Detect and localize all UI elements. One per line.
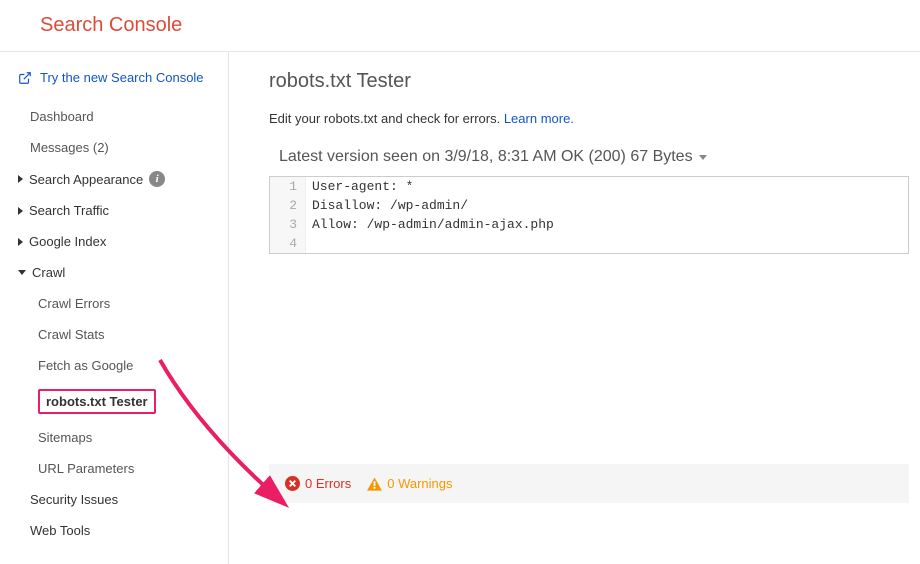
- chevron-right-icon: [18, 207, 23, 215]
- sidebar-item-crawl[interactable]: Crawl: [18, 257, 228, 288]
- chevron-right-icon: [18, 238, 23, 246]
- error-icon: [285, 476, 300, 491]
- sidebar-item-search-appearance[interactable]: Search Appearance i: [18, 163, 228, 195]
- code-line: [306, 234, 908, 253]
- warning-icon: [367, 477, 382, 491]
- line-number: 1: [270, 177, 306, 196]
- chevron-down-icon: [699, 155, 707, 160]
- try-new-console-link[interactable]: Try the new Search Console: [18, 70, 228, 85]
- warnings-count: 0 Warnings: [367, 476, 452, 491]
- sidebar-item-web-tools[interactable]: Web Tools: [18, 515, 228, 546]
- page-title: robots.txt Tester: [269, 70, 920, 93]
- sidebar-item-robots-tester[interactable]: robots.txt Tester: [18, 381, 228, 422]
- line-number: 3: [270, 215, 306, 234]
- line-number: 4: [270, 234, 306, 253]
- code-line: Allow: /wp-admin/admin-ajax.php: [306, 215, 908, 234]
- chevron-right-icon: [18, 175, 23, 183]
- sidebar-item-sitemaps[interactable]: Sitemaps: [18, 422, 228, 453]
- sidebar-item-messages[interactable]: Messages (2): [18, 132, 228, 163]
- external-link-icon: [18, 71, 32, 85]
- main-content: robots.txt Tester Edit your robots.txt a…: [228, 52, 920, 564]
- sidebar-item-crawl-stats[interactable]: Crawl Stats: [18, 319, 228, 350]
- active-highlight: robots.txt Tester: [38, 389, 156, 414]
- line-number: 2: [270, 196, 306, 215]
- sidebar-item-crawl-errors[interactable]: Crawl Errors: [18, 288, 228, 319]
- code-line: Disallow: /wp-admin/: [306, 196, 908, 215]
- sidebar-item-fetch-as-google[interactable]: Fetch as Google: [18, 350, 228, 381]
- page-subtitle: Edit your robots.txt and check for error…: [269, 111, 920, 126]
- info-icon: i: [149, 171, 165, 187]
- app-title: Search Console: [40, 14, 182, 36]
- learn-more-link[interactable]: Learn more.: [504, 111, 574, 126]
- status-bar: 0 Errors 0 Warnings: [269, 464, 909, 503]
- try-new-console-label: Try the new Search Console: [40, 70, 204, 85]
- sidebar-item-security-issues[interactable]: Security Issues: [18, 484, 228, 515]
- sidebar: Try the new Search Console Dashboard Mes…: [0, 52, 228, 564]
- sidebar-item-dashboard[interactable]: Dashboard: [18, 101, 228, 132]
- version-label: Latest version seen on 3/9/18, 8:31 AM O…: [279, 148, 693, 166]
- sidebar-item-url-parameters[interactable]: URL Parameters: [18, 453, 228, 484]
- code-line: User-agent: *: [306, 177, 908, 196]
- chevron-down-icon: [18, 270, 26, 275]
- app-header: Search Console: [0, 0, 920, 52]
- version-dropdown[interactable]: Latest version seen on 3/9/18, 8:31 AM O…: [279, 148, 707, 166]
- sidebar-item-google-index[interactable]: Google Index: [18, 226, 228, 257]
- errors-count: 0 Errors: [285, 476, 351, 491]
- sidebar-item-search-traffic[interactable]: Search Traffic: [18, 195, 228, 226]
- robots-editor[interactable]: 1User-agent: * 2Disallow: /wp-admin/ 3Al…: [269, 176, 909, 254]
